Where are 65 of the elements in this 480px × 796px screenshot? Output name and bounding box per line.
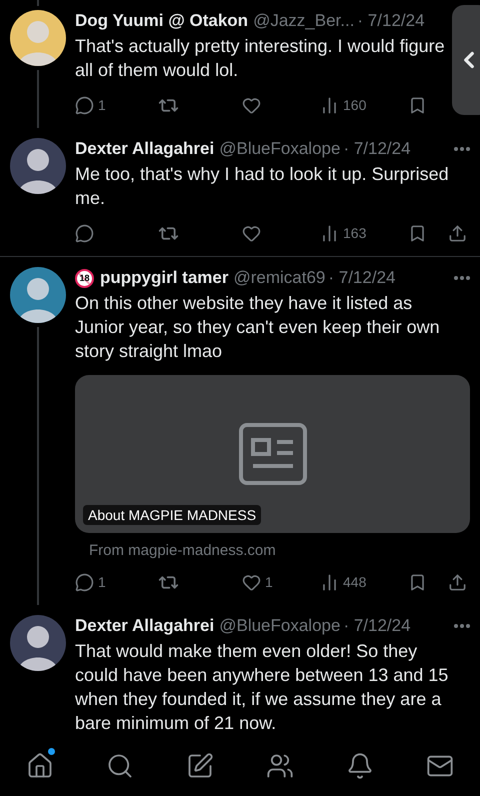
author-handle[interactable]: @BlueFoxalope	[219, 616, 340, 636]
people-icon	[266, 752, 294, 780]
bar-chart-icon	[320, 96, 339, 114]
post-text: Me too, that's why I had to look it up. Surprised me.	[75, 163, 450, 210]
like-button[interactable]	[242, 224, 261, 242]
post-text: That's actually pretty interesting. I would figure all of them would lol.	[75, 35, 446, 82]
post-date: · 7/12/24	[328, 268, 396, 288]
notifications-nav-button[interactable]	[346, 752, 374, 780]
share-icon	[448, 572, 467, 592]
bookmark-button[interactable]	[408, 224, 427, 242]
share-button[interactable]	[448, 572, 467, 592]
more-button[interactable]	[454, 276, 470, 280]
search-nav-button[interactable]	[106, 752, 134, 780]
ellipsis-icon	[454, 147, 470, 151]
post-date: · 7/12/24	[343, 139, 411, 159]
heart-icon	[242, 572, 261, 592]
heart-icon	[242, 96, 261, 114]
more-button[interactable]	[454, 147, 470, 151]
author-name[interactable]: Dog Yuumi @ Otakon	[75, 11, 248, 31]
compose-nav-button[interactable]	[186, 752, 214, 780]
views-button[interactable]: 160	[320, 96, 366, 114]
views-button[interactable]: 163	[320, 224, 366, 242]
bookmark-icon	[408, 224, 427, 242]
author-name[interactable]: Dexter Allagahrei	[75, 139, 214, 159]
age-restriction-badge: 18	[75, 268, 94, 288]
speech-bubble-icon	[75, 572, 94, 592]
author-handle[interactable]: @Jazz_Ber...	[253, 11, 354, 31]
speech-bubble-icon	[75, 96, 94, 114]
ellipsis-icon	[454, 624, 470, 628]
post-text: On this other website they have it listed as Junior year, so they can't even keep their own story straight lmao	[75, 292, 441, 363]
author-handle[interactable]: @BlueFoxalope	[219, 139, 340, 159]
link-card[interactable]: About MAGPIE MADNESS	[75, 375, 470, 533]
post-text: That would make them even older! So they could have been anywhere between 13 and 15 when they founded it, if we assume they are a bare minimum of 21 now.	[75, 640, 450, 735]
post-date: · 7/12/24	[343, 616, 411, 636]
people-nav-button[interactable]	[266, 752, 294, 780]
home-icon	[26, 752, 54, 780]
reply-button[interactable]	[75, 224, 94, 242]
bookmark-button[interactable]	[408, 96, 427, 114]
bar-chart-icon	[320, 224, 339, 242]
search-icon	[106, 752, 134, 780]
card-title: About MAGPIE MADNESS	[83, 505, 262, 525]
like-button[interactable]	[242, 96, 261, 114]
speech-bubble-icon	[75, 224, 94, 242]
bookmark-button[interactable]	[408, 572, 427, 592]
post-date: · 7/12/24	[357, 11, 425, 31]
share-button[interactable]	[448, 224, 467, 242]
side-panel-handle[interactable]	[452, 5, 480, 115]
article-icon	[238, 423, 306, 485]
share-icon	[448, 224, 467, 242]
author-name[interactable]: Dexter Allagahrei	[75, 616, 214, 636]
author-handle[interactable]: @remicat69	[233, 268, 326, 288]
author-name[interactable]: puppygirl tamer	[100, 268, 228, 288]
card-source: From magpie-madness.com	[89, 542, 277, 559]
compose-icon	[186, 752, 214, 780]
bookmark-icon	[408, 96, 427, 114]
ellipsis-icon	[454, 276, 470, 280]
reply-button[interactable]: 1	[75, 572, 106, 592]
bar-chart-icon	[320, 572, 339, 592]
heart-icon	[242, 224, 261, 242]
reply-button[interactable]: 1	[75, 96, 106, 114]
views-button[interactable]: 448	[320, 572, 366, 592]
notifications-icon	[346, 752, 374, 780]
like-button[interactable]: 1	[242, 572, 273, 592]
more-button[interactable]	[454, 624, 470, 628]
bookmark-icon	[408, 572, 427, 592]
